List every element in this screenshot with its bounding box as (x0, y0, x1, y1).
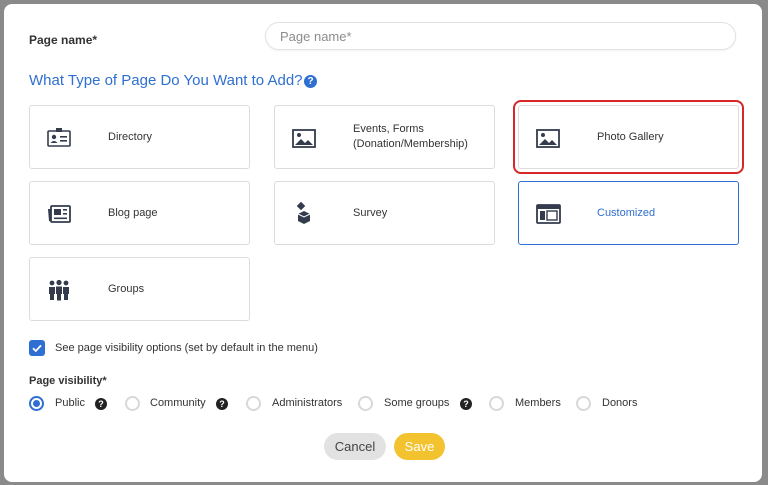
checkmark-icon (32, 344, 42, 353)
ballot-box-icon (291, 202, 317, 226)
page-type-events-forms[interactable]: Events, Forms (Donation/Membership) (274, 105, 495, 169)
radio-members[interactable] (489, 396, 504, 411)
visibility-options-label: See page visibility options (set by defa… (55, 342, 318, 354)
page-type-label: Groups (108, 282, 145, 295)
page-type-label: Directory (108, 130, 153, 143)
cancel-button[interactable]: Cancel (324, 433, 386, 460)
visibility-options-checkbox[interactable] (29, 340, 45, 356)
help-icon[interactable]: ? (460, 398, 472, 410)
radio-public[interactable] (29, 396, 44, 411)
page-name-input[interactable] (265, 22, 736, 50)
radio-community[interactable] (125, 396, 140, 411)
page-visibility-label: Page visibility* (29, 375, 107, 387)
layout-window-icon (535, 202, 561, 226)
radio-some-groups[interactable] (358, 396, 373, 411)
radio-label-community: Community (150, 397, 206, 409)
directory-card-icon (46, 126, 72, 150)
radio-donors[interactable] (576, 396, 591, 411)
radio-label-administrators: Administrators (272, 397, 343, 409)
page-type-blog[interactable]: Blog page (29, 181, 250, 245)
help-icon[interactable]: ? (95, 398, 107, 410)
page-type-label: Customized (597, 206, 656, 219)
page-type-photo-gallery[interactable]: Photo Gallery (513, 100, 744, 174)
save-button[interactable]: Save (394, 433, 445, 460)
help-icon[interactable]: ? (304, 75, 317, 88)
page-type-survey[interactable]: Survey (274, 181, 495, 245)
page-type-customized[interactable]: Customized (518, 181, 739, 245)
page-type-label: Events, Forms (Donation/Membership) (353, 123, 468, 150)
help-icon[interactable]: ? (216, 398, 228, 410)
image-icon (291, 126, 317, 150)
image-icon (535, 126, 561, 150)
radio-label-some-groups: Some groups (384, 397, 450, 409)
radio-administrators[interactable] (246, 396, 261, 411)
page-type-label: Blog page (108, 206, 158, 219)
radio-label-public: Public (55, 397, 85, 409)
newspaper-icon (46, 202, 72, 226)
page-type-label: Survey (353, 206, 388, 219)
radio-label-members: Members (515, 397, 561, 409)
page-type-groups[interactable]: Groups (29, 257, 250, 321)
add-page-dialog: Page name* What Type of Page Do You Want… (4, 4, 762, 482)
people-group-icon (46, 278, 72, 302)
page-type-question: What Type of Page Do You Want to Add? (29, 72, 303, 89)
radio-label-donors: Donors (602, 397, 638, 409)
page-type-directory[interactable]: Directory (29, 105, 250, 169)
page-name-label: Page name* (29, 33, 98, 47)
page-type-label: Photo Gallery (597, 130, 664, 143)
